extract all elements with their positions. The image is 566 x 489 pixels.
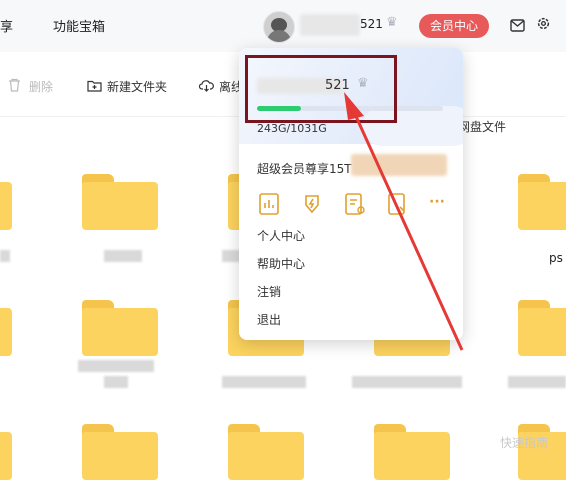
watermark-text: 快速指南	[500, 436, 549, 450]
annotation-arrow	[344, 92, 464, 351]
